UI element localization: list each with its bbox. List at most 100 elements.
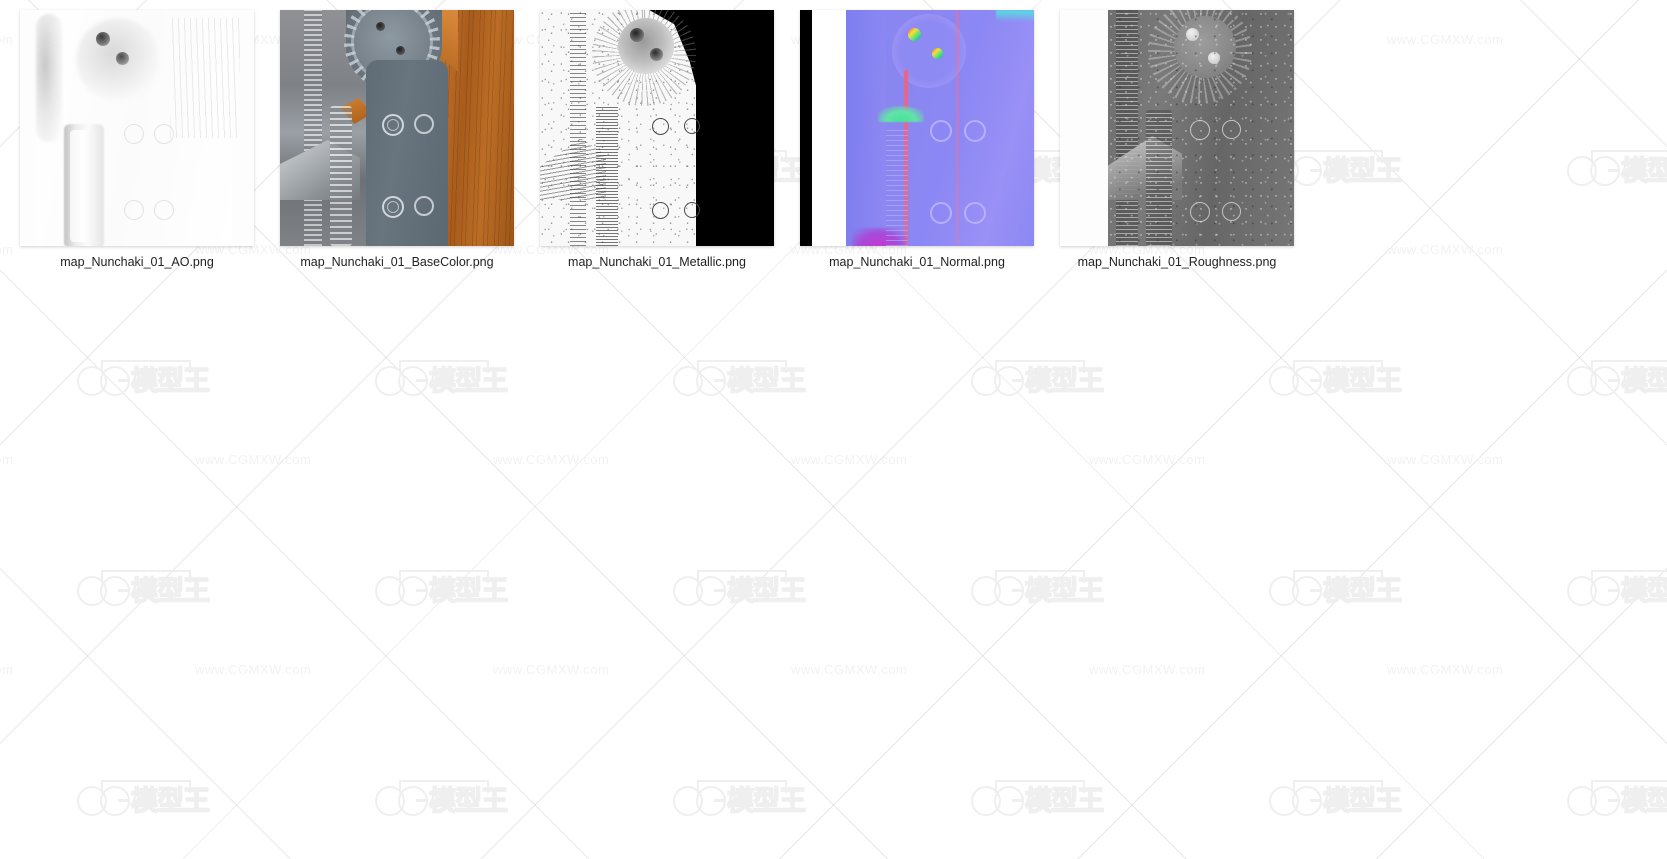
watermark-cn-text: 模型王: [726, 785, 807, 817]
watermark-crown-icon: [1293, 360, 1383, 373]
basecolor-ring-1: [382, 114, 404, 136]
watermark-crown-icon: [1591, 360, 1667, 373]
watermark-logo: 模型王: [45, 570, 241, 612]
watermark-g-glyph-icon: [1590, 366, 1620, 396]
thumbnail-image-metallic[interactable]: [540, 10, 774, 246]
thumbnail-image-roughness[interactable]: [1060, 10, 1294, 246]
thumbnail-image-basecolor[interactable]: [280, 10, 514, 246]
ao-scratches: [170, 18, 240, 138]
watermark-cn-text: 模型王: [1620, 785, 1667, 817]
watermark-logo: 模型王: [939, 570, 1135, 612]
watermark-c-glyph-icon: [77, 786, 107, 816]
watermark-cn-text: 模型王: [726, 575, 807, 607]
watermark-logo: 模型王: [641, 570, 837, 612]
watermark-cn-text: 模型王: [726, 365, 807, 397]
ao-ring-3: [124, 200, 144, 220]
watermark-url-text: www.CGMXW.com: [195, 662, 312, 677]
watermark-logo: 模型王: [939, 780, 1135, 822]
thumbnail-image-normal[interactable]: [800, 10, 1034, 246]
watermark-cn-text: 模型王: [1322, 155, 1403, 187]
watermark-c-glyph-icon: [673, 366, 703, 396]
metallic-ring-1: [652, 118, 669, 135]
watermark-g-glyph-icon: [1590, 786, 1620, 816]
watermark-g-glyph-icon: [100, 366, 130, 396]
metallic-streak-a: [570, 10, 586, 246]
thumbnail-item-normal[interactable]: map_Nunchaki_01_Normal.png: [800, 10, 1034, 270]
watermark-crown-icon: [995, 780, 1085, 793]
watermark-g-glyph-icon: [994, 576, 1024, 606]
watermark-c-glyph-icon: [1269, 786, 1299, 816]
watermark-logo: 模型王: [641, 360, 837, 402]
normal-port-upper: [908, 28, 921, 41]
watermark-c-glyph-icon: [77, 576, 107, 606]
watermark-logo: 模型王: [343, 360, 539, 402]
watermark-url-text: www.CGMXW.com: [791, 662, 908, 677]
watermark-c-glyph-icon: [375, 576, 405, 606]
watermark-crown-icon: [101, 360, 191, 373]
watermark-g-glyph-icon: [696, 576, 726, 606]
watermark-crown-icon: [697, 570, 787, 583]
basecolor-port-upper: [376, 22, 385, 31]
watermark-cn-text: 模型王: [1620, 575, 1667, 607]
watermark-crown-icon: [995, 570, 1085, 583]
basecolor-column-a: [304, 10, 322, 246]
watermark-crown-icon: [101, 570, 191, 583]
watermark-logo: 模型王: [1535, 360, 1667, 402]
watermark-url-text: www.CGMXW.com: [493, 452, 610, 467]
watermark-c-glyph-icon: [971, 366, 1001, 396]
normal-white-edge: [812, 10, 846, 246]
watermark-crown-icon: [399, 780, 489, 793]
watermark-g-glyph-icon: [1292, 156, 1322, 186]
watermark-crown-icon: [1293, 150, 1383, 163]
watermark-logo: 模型王: [1237, 360, 1433, 402]
normal-chain-detail: [886, 126, 908, 246]
roughness-ring-1: [1190, 120, 1210, 140]
watermark-crown-icon: [399, 360, 489, 373]
thumbnail-item-ao[interactable]: map_Nunchaki_01_AO.png: [20, 10, 254, 270]
thumbnail-item-roughness[interactable]: map_Nunchaki_01_Roughness.png: [1060, 10, 1294, 270]
watermark-crown-icon: [1591, 570, 1667, 583]
thumbnail-caption-metallic: map_Nunchaki_01_Metallic.png: [568, 255, 746, 269]
watermark-logo: 模型王: [1535, 150, 1667, 192]
thumbnail-caption-ao: map_Nunchaki_01_AO.png: [60, 255, 214, 269]
watermark-g-glyph-icon: [1292, 786, 1322, 816]
normal-ring-3: [930, 202, 952, 224]
watermark-logo: 模型王: [939, 360, 1135, 402]
watermark-c-glyph-icon: [1567, 786, 1597, 816]
watermark-crown-icon: [1591, 150, 1667, 163]
basecolor-blade: [366, 60, 448, 246]
thumbnail-item-basecolor[interactable]: map_Nunchaki_01_BaseColor.png: [280, 10, 514, 270]
normal-seam-secondary: [956, 10, 959, 246]
thumbnail-image-ao[interactable]: [20, 10, 254, 246]
watermark-url-text: www.CGMXW.com: [493, 662, 610, 677]
watermark-g-glyph-icon: [1292, 366, 1322, 396]
watermark-logo: 模型王: [45, 780, 241, 822]
watermark-cn-text: 模型王: [130, 365, 211, 397]
thumbnail-gallery: map_Nunchaki_01_AO.png map_Nunchaki_01_B…: [0, 0, 1294, 270]
watermark-url-text: www.CGMXW.com: [1089, 452, 1206, 467]
normal-ring-4: [964, 202, 986, 224]
watermark-url-text: www.CGMXW.com: [195, 452, 312, 467]
watermark-logo: 模型王: [641, 780, 837, 822]
watermark-url-text: www.CGMXW.com: [1387, 452, 1504, 467]
thumbnail-caption-normal: map_Nunchaki_01_Normal.png: [829, 255, 1005, 269]
watermark-c-glyph-icon: [1269, 576, 1299, 606]
watermark-g-glyph-icon: [696, 366, 726, 396]
watermark-g-glyph-icon: [398, 576, 428, 606]
watermark-c-glyph-icon: [77, 366, 107, 396]
watermark-crown-icon: [697, 360, 787, 373]
watermark-g-glyph-icon: [100, 786, 130, 816]
watermark-url-text: www.CGMXW.com: [1387, 662, 1504, 677]
metallic-streak-b: [596, 106, 618, 246]
ao-pin-hole-upper: [96, 32, 110, 46]
watermark-c-glyph-icon: [673, 786, 703, 816]
roughness-ring-2: [1222, 120, 1241, 139]
normal-cyan-highlight: [996, 10, 1034, 22]
thumbnail-item-metallic[interactable]: map_Nunchaki_01_Metallic.png: [540, 10, 774, 270]
watermark-url-text: www.CGMXW.com: [0, 662, 14, 677]
watermark-g-glyph-icon: [1590, 576, 1620, 606]
watermark-g-glyph-icon: [696, 786, 726, 816]
watermark-cn-text: 模型王: [1024, 785, 1105, 817]
watermark-cn-text: 模型王: [1024, 365, 1105, 397]
basecolor-ring-3: [382, 196, 404, 218]
